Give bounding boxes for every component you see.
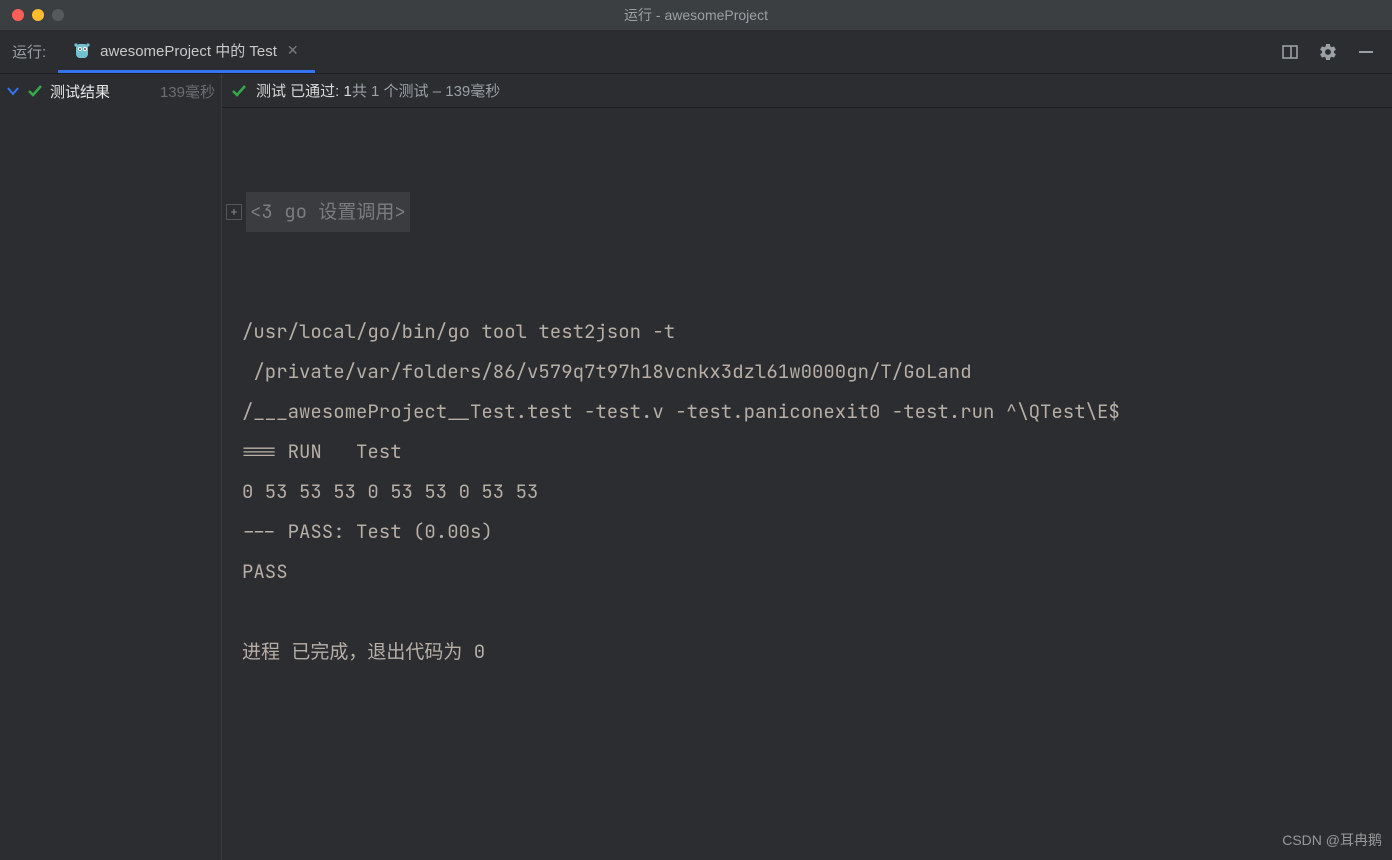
console-body: /usr/local/go/bin/go tool test2json -t /…	[222, 312, 1392, 672]
test-status-bar: 测试 已通过: 1共 1 个测试 – 139毫秒	[222, 74, 1392, 108]
run-config-tab[interactable]: awesomeProject 中的 Test ✕	[58, 30, 314, 73]
maximize-window-icon[interactable]	[52, 9, 64, 21]
titlebar: 运行 - awesomeProject	[0, 0, 1392, 30]
console-line: --- PASS: Test (0.00s)	[242, 512, 1392, 552]
status-passed-count: 测试 已通过: 1	[256, 83, 352, 100]
test-results-root[interactable]: 测试结果 139毫秒	[0, 74, 221, 108]
close-tab-icon[interactable]: ✕	[285, 42, 301, 59]
test-results-time: 139毫秒	[160, 81, 215, 102]
console-line: === RUN Test	[242, 432, 1392, 472]
run-config-tab-label: awesomeProject 中的 Test	[100, 40, 277, 61]
console-panel: 测试 已通过: 1共 1 个测试 – 139毫秒 + <3 go 设置调用> /…	[222, 74, 1392, 860]
console-line: /___awesomeProject__Test.test -test.v -t…	[242, 392, 1392, 432]
console-output[interactable]: + <3 go 设置调用> /usr/local/go/bin/go tool …	[222, 108, 1392, 860]
test-results-label: 测试结果	[50, 81, 150, 102]
status-text: 测试 已通过: 1共 1 个测试 – 139毫秒	[256, 80, 500, 101]
minimize-panel-icon[interactable]	[1356, 42, 1376, 62]
window-controls	[12, 9, 64, 21]
console-line: 进程 已完成，退出代码为 0	[242, 632, 1392, 672]
window-title: 运行 - awesomeProject	[624, 5, 768, 25]
console-fold-label: <3 go 设置调用>	[246, 192, 410, 232]
layout-icon[interactable]	[1280, 42, 1300, 62]
minimize-window-icon[interactable]	[32, 9, 44, 21]
expand-icon[interactable]: +	[226, 204, 242, 220]
run-label: 运行:	[0, 30, 58, 73]
pass-icon	[230, 82, 248, 100]
chevron-down-icon[interactable]	[6, 84, 20, 98]
gopher-icon	[72, 38, 92, 62]
console-line: 0 53 53 53 0 53 53 0 53 53	[242, 472, 1392, 512]
content-area: 测试结果 139毫秒 测试 已通过: 1共 1 个测试 – 139毫秒 + <3…	[0, 74, 1392, 860]
console-line: /private/var/folders/86/v579q7t97h18vcnk…	[242, 352, 1392, 392]
console-fold-region[interactable]: + <3 go 设置调用>	[222, 192, 1392, 232]
console-line: /usr/local/go/bin/go tool test2json -t	[242, 312, 1392, 352]
toolbar-right	[1264, 30, 1392, 73]
close-window-icon[interactable]	[12, 9, 24, 21]
console-line: PASS	[242, 552, 1392, 592]
status-duration: – 139毫秒	[429, 83, 501, 100]
test-tree-panel: 测试结果 139毫秒	[0, 74, 222, 860]
tool-tabbar: 运行: awesomeProject 中的 Test ✕	[0, 30, 1392, 74]
console-line	[242, 592, 1392, 632]
gear-icon[interactable]	[1318, 42, 1338, 62]
status-total: 共 1 个测试	[352, 83, 429, 100]
pass-icon	[26, 82, 44, 100]
